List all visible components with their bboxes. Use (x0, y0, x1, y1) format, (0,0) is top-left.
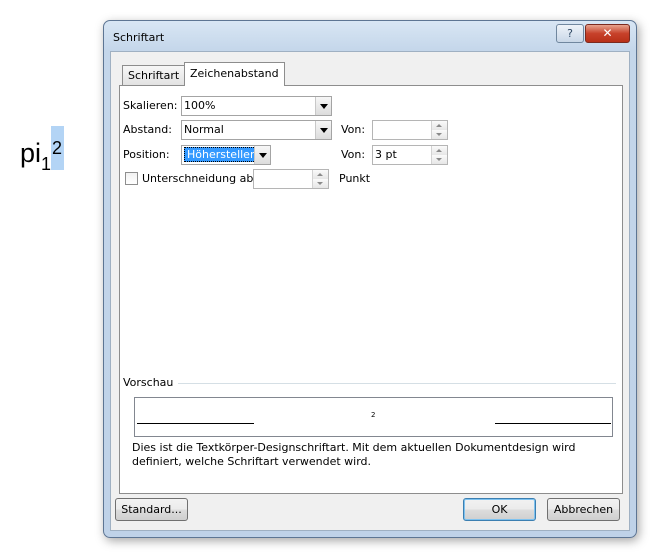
spacing-by-spinner[interactable] (372, 120, 448, 140)
preview-label: Vorschau (123, 376, 174, 389)
formula-superscript-selected[interactable]: 2 (51, 126, 65, 170)
spinner-arrows (431, 146, 447, 164)
scale-combo[interactable]: 100% (181, 96, 332, 116)
set-default-button[interactable]: Standard... (115, 498, 188, 521)
preview-baseline-left (137, 423, 254, 424)
preview-baseline-right (495, 423, 611, 424)
font-dialog: Schriftart ? ✕ Schriftart Zeichenabstand… (103, 20, 637, 538)
preview-description: Dies ist die Textkörper-Designschriftart… (132, 441, 576, 468)
tab-font-label: Schriftart (128, 69, 180, 82)
scale-value: 100% (184, 99, 216, 112)
preview-sample: 2 (371, 411, 376, 419)
tab-character-spacing[interactable]: Zeichenabstand (184, 62, 285, 86)
character-spacing-panel: Skalieren: 100% Abstand: Normal Von: Pos… (119, 85, 623, 494)
position-by-label: Von: (341, 148, 366, 161)
ok-button[interactable]: OK (463, 498, 536, 521)
formula-base: pi (20, 138, 42, 168)
help-button[interactable]: ? (556, 24, 584, 43)
spin-down-icon[interactable] (313, 179, 328, 188)
title-bar[interactable]: Schriftart ? ✕ (104, 21, 636, 51)
spacing-label: Abstand: (123, 123, 172, 136)
tab-font[interactable]: Schriftart (122, 65, 186, 85)
spacing-by-label: Von: (341, 123, 366, 136)
spacing-combo[interactable]: Normal (181, 120, 332, 140)
spin-down-icon[interactable] (432, 155, 447, 164)
chevron-down-icon[interactable] (254, 146, 270, 164)
preview-box: 2 (134, 397, 613, 437)
kerning-unit: Punkt (339, 172, 371, 185)
kerning-label[interactable]: Unterschneidung ab: (142, 172, 257, 185)
formula-subscript: 1 (41, 154, 52, 174)
kerning-spinner[interactable] (253, 169, 329, 189)
document-formula: pi12 (20, 126, 65, 174)
position-by-value: 3 pt (375, 148, 397, 161)
cancel-button[interactable]: Abbrechen (547, 498, 620, 521)
preview-divider (178, 383, 616, 384)
chevron-down-icon[interactable] (315, 97, 331, 115)
chevron-down-icon[interactable] (315, 121, 331, 139)
spin-down-icon[interactable] (432, 130, 447, 139)
spinner-arrows (431, 121, 447, 139)
position-label: Position: (123, 148, 170, 161)
position-by-spinner[interactable]: 3 pt (372, 145, 448, 165)
position-combo[interactable]: Höherstellen (181, 145, 271, 165)
close-button[interactable]: ✕ (585, 24, 630, 43)
tab-character-spacing-label: Zeichenabstand (190, 67, 279, 80)
position-value: Höherstellen (184, 147, 260, 162)
spinner-arrows (312, 170, 328, 188)
spacing-value: Normal (184, 123, 224, 136)
scale-label: Skalieren: (123, 99, 178, 112)
dialog-title: Schriftart (113, 31, 165, 44)
dialog-body: Schriftart Zeichenabstand Skalieren: 100… (110, 51, 630, 531)
kerning-checkbox[interactable] (125, 172, 138, 185)
